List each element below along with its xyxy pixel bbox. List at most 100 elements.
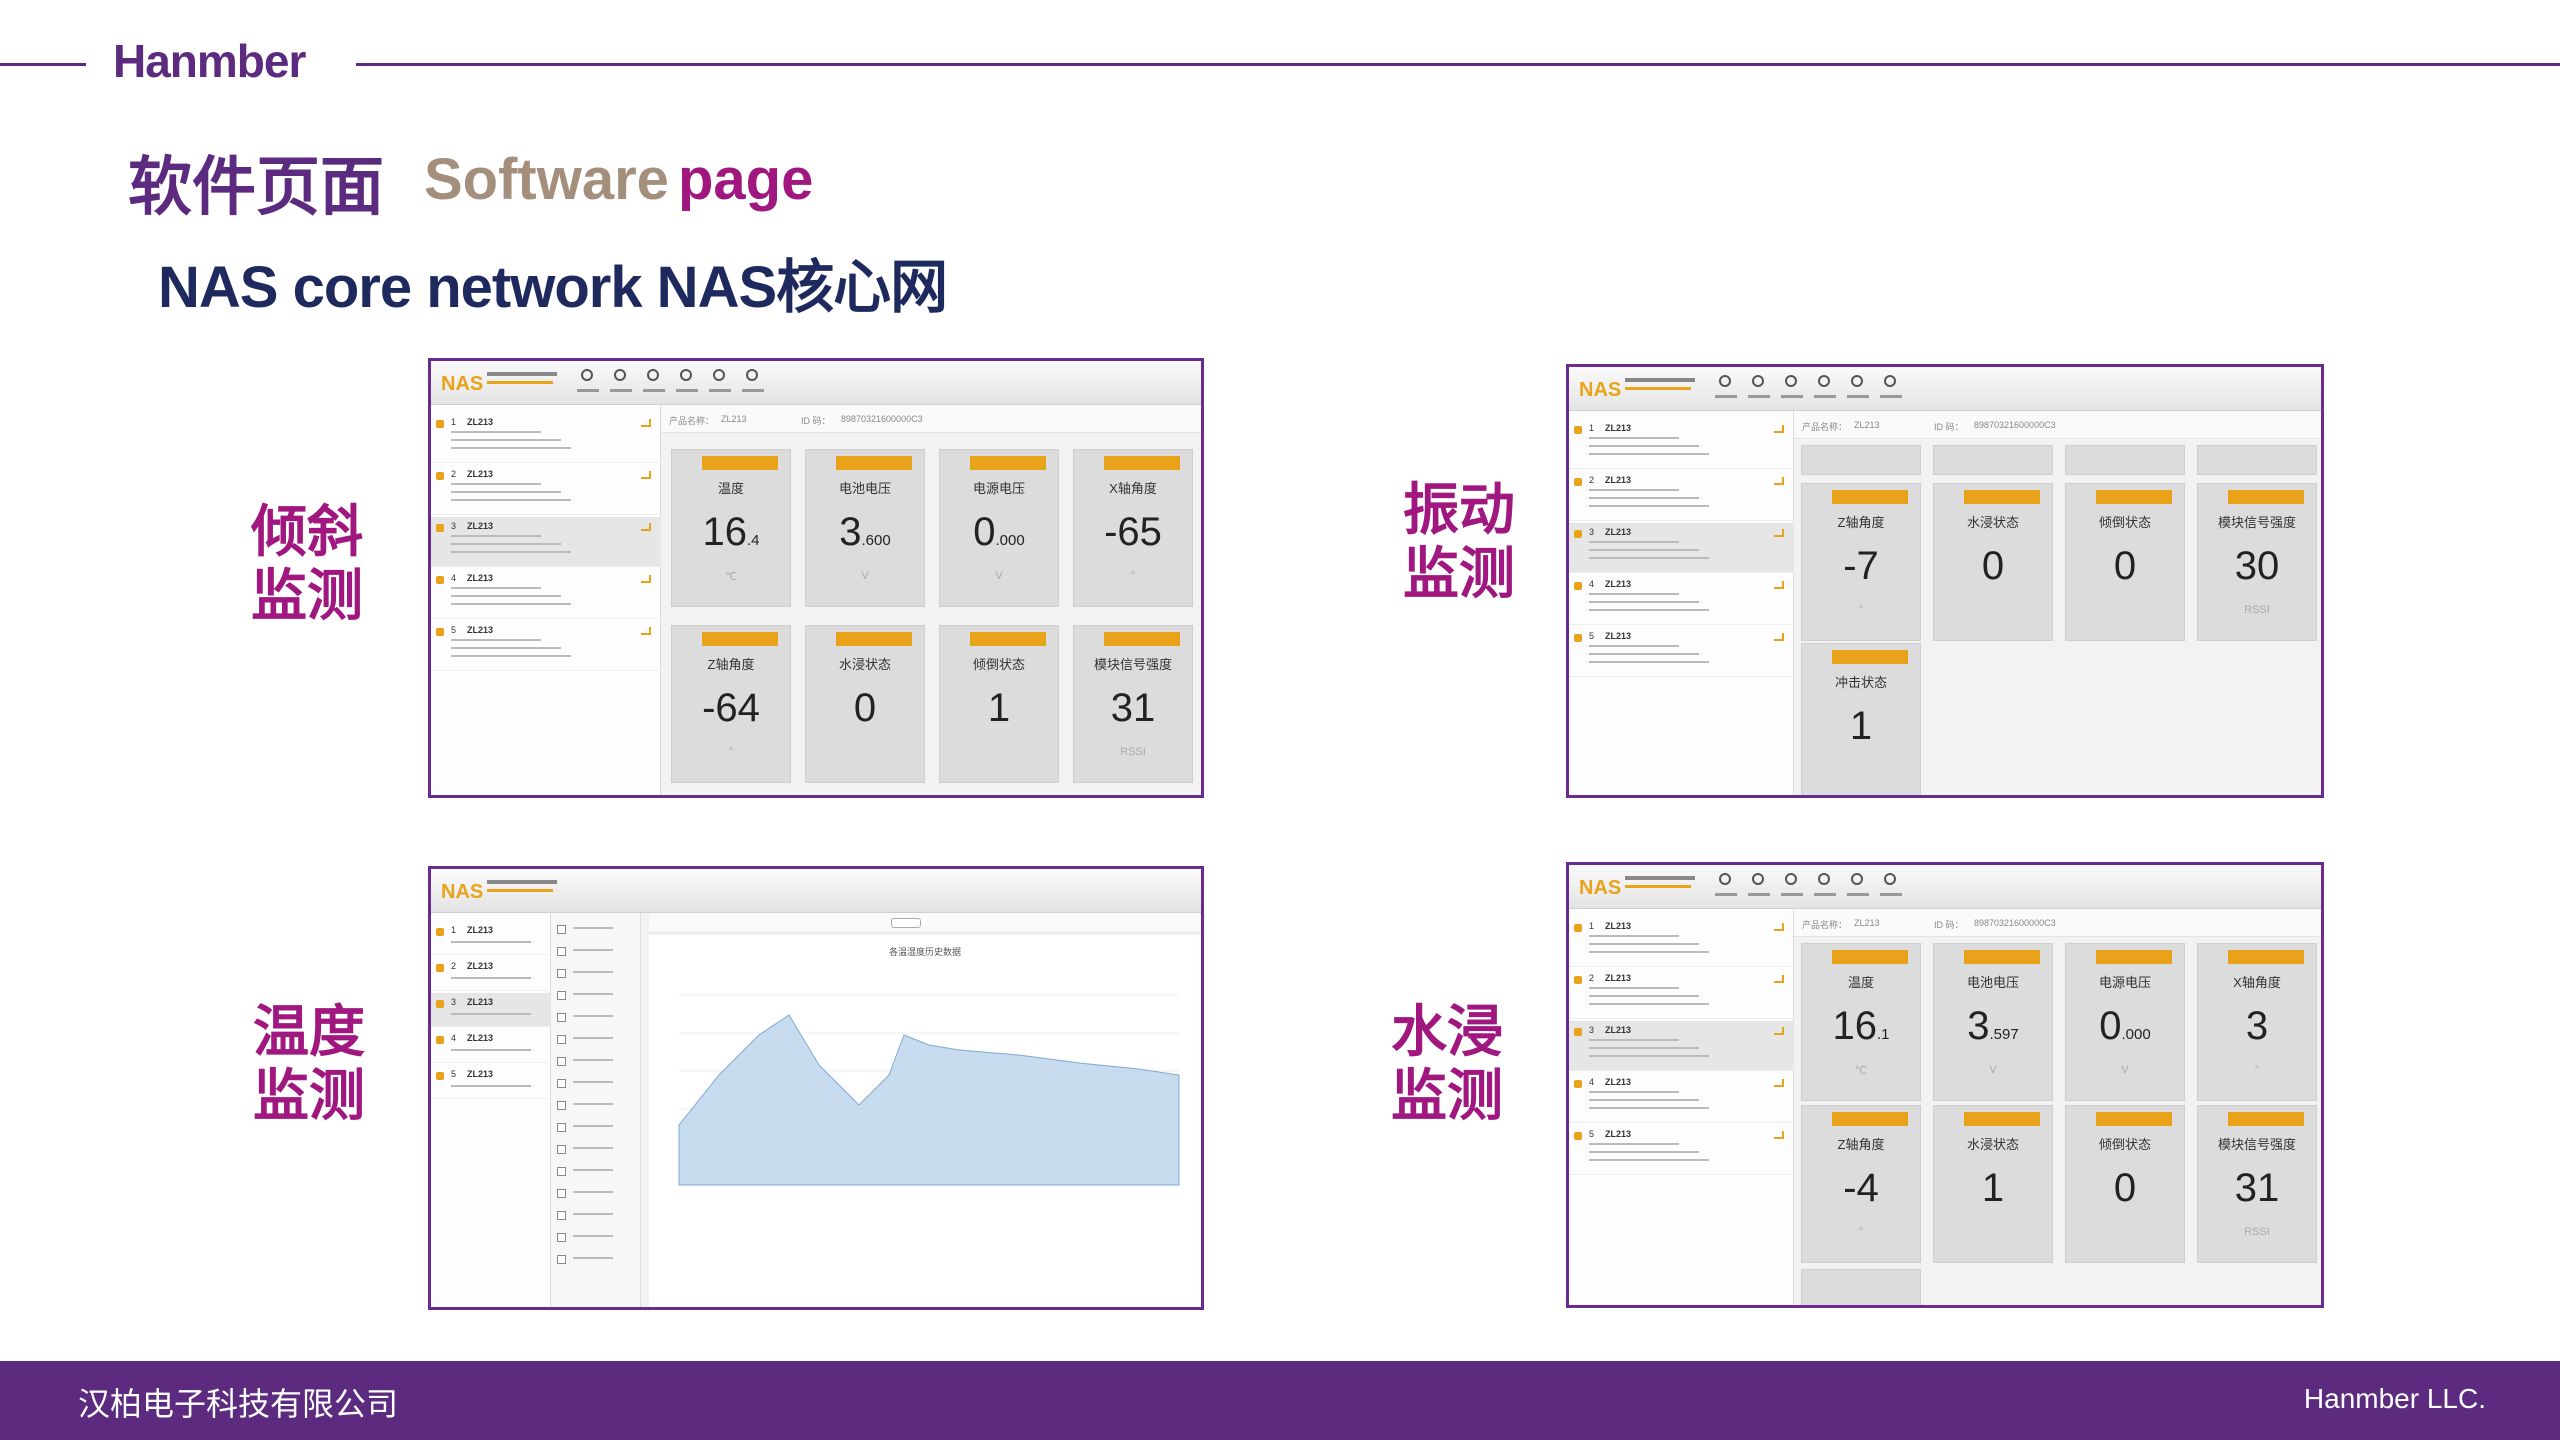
report-icon[interactable]	[1818, 873, 1830, 885]
sidebar-device-item[interactable]: 5 ZL213	[1569, 627, 1794, 677]
sensor-tile: 电池电压 3.600 V	[805, 449, 925, 607]
tile-unit: RSSI	[2244, 1226, 2270, 1238]
map-pin-icon[interactable]	[1719, 375, 1731, 387]
series-checkbox[interactable]	[557, 1013, 566, 1022]
sidebar-device-item[interactable]: 2 ZL213	[431, 957, 551, 991]
device-name: ZL213	[1605, 921, 1632, 931]
sidebar-device-item[interactable]: 5 ZL213	[431, 1065, 551, 1099]
box-icon[interactable]	[1851, 873, 1863, 885]
map-pin-icon[interactable]	[581, 369, 593, 381]
tile-value: 0	[2113, 1166, 2137, 1210]
sidebar-device-item[interactable]: 3 ZL213	[431, 993, 551, 1027]
device-detail-line	[451, 1049, 531, 1051]
tile-status-tag	[2228, 950, 2304, 964]
device-icon	[436, 1036, 444, 1044]
series-checkbox[interactable]	[557, 1079, 566, 1088]
report-icon[interactable]	[680, 369, 692, 381]
series-checkbox[interactable]	[557, 1101, 566, 1110]
device-detail-line	[1589, 557, 1709, 559]
series-checkbox[interactable]	[557, 1123, 566, 1132]
box-icon[interactable]	[1851, 375, 1863, 387]
signal-icon	[1774, 477, 1784, 485]
signal-icon	[1774, 425, 1784, 433]
product-label: 产品名称：	[669, 416, 715, 426]
sidebar-device-item[interactable]: 3 ZL213	[1569, 523, 1794, 573]
series-label	[573, 1191, 613, 1193]
sidebar-device-item[interactable]: 3 ZL213	[1569, 1021, 1794, 1071]
tile-value: -4	[1843, 1166, 1879, 1210]
id-label: ID 码：	[1934, 422, 1964, 432]
sidebar-device-item[interactable]: 1 ZL213	[431, 413, 661, 463]
toolbar-label	[676, 389, 698, 392]
gear-icon[interactable]	[1884, 873, 1896, 885]
series-checkbox[interactable]	[557, 991, 566, 1000]
sidebar-device-item[interactable]: 4 ZL213	[431, 569, 661, 619]
device-sidebar: 1 ZL213 2 ZL213 3 ZL213 4 ZL213 5 ZL213	[431, 913, 551, 1307]
series-checkbox[interactable]	[557, 969, 566, 978]
series-checkbox[interactable]	[557, 947, 566, 956]
series-checkbox[interactable]	[557, 1211, 566, 1220]
device-detail-line	[1589, 951, 1709, 953]
sidebar-device-item[interactable]: 4 ZL213	[1569, 575, 1794, 625]
series-checkbox[interactable]	[557, 925, 566, 934]
signal-icon	[641, 627, 651, 635]
label-tilt-line1: 倾斜	[251, 500, 363, 563]
sidebar-device-item[interactable]: 1 ZL213	[431, 921, 551, 955]
sidebar-device-item[interactable]: 1 ZL213	[1569, 917, 1794, 967]
series-checkbox[interactable]	[557, 1145, 566, 1154]
chat-icon[interactable]	[1785, 375, 1797, 387]
dashboard-icon[interactable]	[1752, 375, 1764, 387]
tile-label: 电池电压	[1966, 975, 2019, 990]
label-tilt-line2: 监测	[251, 564, 363, 627]
sensor-tile: 水浸状态 0	[1933, 483, 2053, 641]
series-checkbox[interactable]	[557, 1057, 566, 1066]
sidebar-device-item[interactable]: 4 ZL213	[431, 1029, 551, 1063]
toolbar-label	[1748, 395, 1770, 398]
sidebar-device-item[interactable]: 5 ZL213	[1569, 1125, 1794, 1175]
report-icon[interactable]	[1818, 375, 1830, 387]
series-checkbox[interactable]	[557, 1233, 566, 1242]
chat-icon[interactable]	[1785, 873, 1797, 885]
sidebar-device-item[interactable]: 2 ZL213	[1569, 471, 1794, 521]
gear-icon[interactable]	[1884, 375, 1896, 387]
gear-icon[interactable]	[746, 369, 758, 381]
chat-icon[interactable]	[647, 369, 659, 381]
toolbar-label	[742, 389, 764, 392]
sidebar-device-item[interactable]: 5 ZL213	[431, 621, 661, 671]
device-icon	[436, 964, 444, 972]
app-toolbar: NAS	[431, 869, 1201, 913]
sidebar-device-item[interactable]: 3 ZL213	[431, 517, 661, 567]
series-checkbox[interactable]	[557, 1035, 566, 1044]
product-label: 产品名称：	[1802, 920, 1848, 930]
tile-value: 0.000	[2099, 1004, 2151, 1048]
query-button[interactable]	[891, 918, 921, 928]
sidebar-device-item[interactable]: 4 ZL213	[1569, 1073, 1794, 1123]
device-detail-line	[1589, 1003, 1709, 1005]
device-detail-line	[1589, 1047, 1699, 1049]
device-icon	[1574, 1132, 1582, 1140]
toolbar-label	[1781, 395, 1803, 398]
signal-icon	[641, 523, 651, 531]
device-detail-line	[1589, 995, 1699, 997]
sidebar-device-item[interactable]: 2 ZL213	[431, 465, 661, 515]
series-checkbox[interactable]	[557, 1255, 566, 1264]
device-detail-line	[451, 655, 571, 657]
device-index: 1	[451, 925, 457, 935]
device-icon	[1574, 530, 1582, 538]
map-pin-icon[interactable]	[1719, 873, 1731, 885]
series-checkbox[interactable]	[557, 1189, 566, 1198]
dashboard-icon[interactable]	[614, 369, 626, 381]
box-icon[interactable]	[713, 369, 725, 381]
app-logo: NAS	[1579, 379, 1622, 401]
tile-value-decimal: .597	[1989, 1026, 2019, 1043]
device-detail-line	[451, 647, 561, 649]
dashboard-icon[interactable]	[1752, 873, 1764, 885]
device-name: ZL213	[467, 1069, 494, 1079]
device-name: ZL213	[467, 469, 494, 479]
sidebar-device-item[interactable]: 2 ZL213	[1569, 969, 1794, 1019]
series-checkbox[interactable]	[557, 1167, 566, 1176]
device-info-bar: 产品名称： ZL213 ID 码： 89870321600000C3	[1794, 411, 2321, 439]
tile-status-tag	[2228, 1112, 2304, 1126]
sidebar-device-item[interactable]: 1 ZL213	[1569, 419, 1794, 469]
tile-status-tag	[2096, 1112, 2172, 1126]
